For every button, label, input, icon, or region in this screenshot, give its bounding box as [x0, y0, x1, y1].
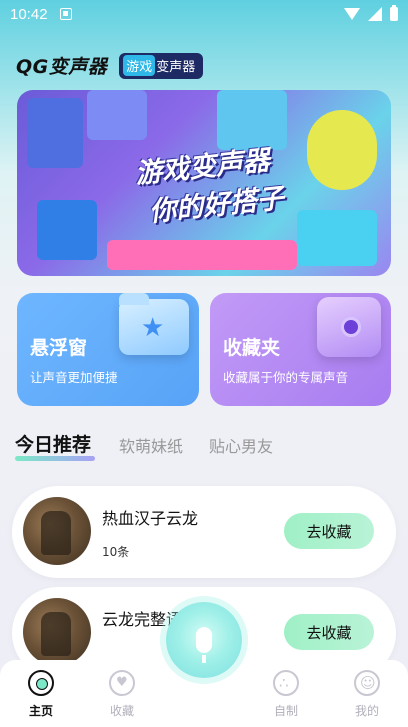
promo-banner[interactable]: 游戏变声器 你的好搭子	[17, 90, 391, 276]
home-icon	[28, 670, 54, 696]
banner-decor-building	[87, 90, 147, 140]
battery-icon	[390, 5, 398, 21]
avatar	[23, 598, 91, 666]
nav-label: 主页	[28, 704, 53, 718]
banner-title-line1: 游戏变声器	[133, 145, 272, 190]
smile-face-icon: ☺	[354, 670, 380, 696]
banner-decor-speaker	[307, 110, 377, 190]
banner-decor-stage	[107, 240, 297, 270]
banner-decor-building	[27, 98, 83, 168]
status-indicators	[344, 5, 398, 21]
app-tag-accent: 游戏	[123, 54, 156, 76]
collect-button[interactable]: 去收藏	[284, 614, 374, 650]
microphone-icon	[196, 627, 212, 663]
app-title: QG变声器	[16, 56, 108, 78]
banner-title-line2: 你的好搭子	[147, 183, 286, 228]
floating-window-card[interactable]: ★ 悬浮窗 让声音更加便捷	[17, 293, 199, 406]
custom-icon: ∴	[273, 670, 299, 696]
nav-item-custom[interactable]: ∴ 自制	[256, 670, 316, 719]
app-header: QG变声器 游戏 变声器	[16, 52, 204, 79]
signal-icon	[368, 7, 382, 21]
nav-label: 我的	[354, 704, 379, 718]
tab-soft-girl[interactable]: 软萌妹纸	[119, 433, 183, 457]
record-box-icon	[317, 297, 381, 357]
nav-item-home[interactable]: 主页	[11, 670, 71, 719]
category-tabs: 今日推荐 软萌妹纸 贴心男友	[15, 430, 299, 461]
notification-app-icon	[59, 8, 72, 20]
record-mic-button[interactable]	[166, 602, 242, 678]
banner-decor-building	[217, 90, 287, 150]
nav-label: 收藏	[109, 704, 134, 718]
record-dot-icon	[341, 317, 361, 337]
collect-button[interactable]: 去收藏	[284, 513, 374, 549]
banner-decor-building	[37, 200, 97, 260]
card-title: 悬浮窗	[30, 337, 88, 359]
app-tag: 游戏 变声器	[119, 52, 204, 79]
nav-item-profile[interactable]: ☺ 我的	[337, 670, 397, 719]
item-title: 热血汉子云龙	[102, 509, 199, 528]
card-subtitle: 让声音更加便捷	[30, 370, 118, 385]
list-item[interactable]: 热血汉子云龙 10条 去收藏	[12, 486, 396, 578]
banner-decor-building	[297, 210, 377, 266]
app-tag-text: 变声器	[156, 59, 196, 75]
heart-chat-icon: ♥	[109, 670, 135, 696]
item-count: 10条	[102, 545, 130, 559]
tab-boyfriend[interactable]: 贴心男友	[209, 433, 273, 457]
tab-today-recommend[interactable]: 今日推荐	[15, 430, 95, 461]
star-icon: ★	[141, 313, 165, 343]
status-bar: 10:42	[0, 0, 408, 28]
tab-label: 今日推荐	[15, 434, 92, 456]
card-subtitle: 收藏属于你的专属声音	[223, 370, 349, 385]
wifi-icon	[344, 8, 360, 20]
status-time: 10:42	[10, 5, 48, 23]
star-folder-icon: ★	[119, 293, 189, 355]
avatar	[23, 497, 91, 565]
nav-item-favorites[interactable]: ♥ 收藏	[92, 670, 152, 719]
nav-label: 自制	[273, 704, 298, 718]
favorites-card[interactable]: 收藏夹 收藏属于你的专属声音	[210, 293, 391, 406]
tab-active-indicator	[15, 456, 95, 461]
card-title: 收藏夹	[223, 337, 281, 359]
